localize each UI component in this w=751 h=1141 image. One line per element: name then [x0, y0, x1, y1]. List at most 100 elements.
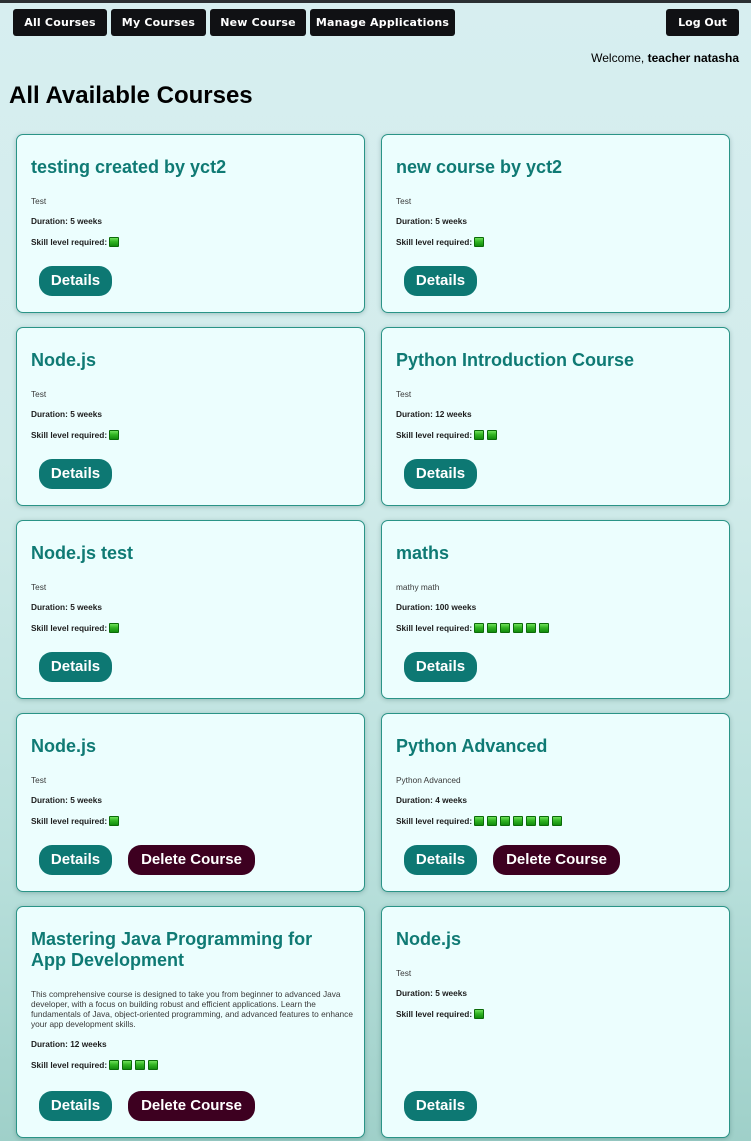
green-block-icon: [109, 237, 120, 247]
details-button[interactable]: Details: [39, 1091, 112, 1121]
course-skill-level: Skill level required:: [31, 237, 122, 247]
course-card: testing created by yct2 Test Duration: 5 w…: [16, 134, 365, 313]
green-block-icon: [122, 1060, 133, 1070]
details-button[interactable]: Details: [404, 1091, 477, 1121]
card-actions: Details Delete Course: [404, 845, 620, 875]
green-block-icon: [474, 623, 485, 633]
details-button[interactable]: Details: [39, 266, 112, 296]
details-button[interactable]: Details: [39, 459, 112, 489]
course-title: Python Introduction Course: [396, 350, 634, 370]
skill-label: Skill level required:: [31, 623, 108, 633]
course-duration: Duration: 4 weeks: [396, 795, 467, 805]
top-border: [0, 0, 751, 3]
course-description: This comprehensive course is designed to…: [31, 989, 353, 1029]
green-block-icon: [526, 623, 537, 633]
skill-label: Skill level required:: [396, 237, 473, 247]
duration-value: 4 weeks: [435, 795, 468, 805]
nav-my-courses-button[interactable]: My Courses: [111, 9, 206, 36]
duration-label: Duration:: [396, 988, 433, 998]
course-title: Mastering Java Programming for App Devel…: [31, 929, 313, 970]
course-card: maths mathy math Duration: 100 weeks Skill …: [381, 520, 730, 699]
green-block-icon: [109, 623, 120, 633]
skill-blocks: [109, 1060, 161, 1070]
green-block-icon: [474, 430, 485, 440]
course-skill-level: Skill level required:: [396, 1009, 487, 1019]
skill-label: Skill level required:: [31, 430, 108, 440]
duration-value: 5 weeks: [70, 216, 103, 226]
course-description: Test: [31, 582, 47, 592]
welcome-message: Welcome, teacher natasha: [591, 51, 739, 65]
delete-course-button[interactable]: Delete Course: [128, 845, 255, 875]
course-duration: Duration: 100 weeks: [396, 602, 476, 612]
skill-blocks: [109, 237, 122, 247]
nav-manage-applications-button[interactable]: Manage Applications: [310, 9, 455, 36]
course-title: Node.js: [396, 929, 462, 949]
details-button[interactable]: Details: [39, 652, 112, 682]
course-duration: Duration: 5 weeks: [31, 216, 102, 226]
course-card: Node.js test Test Duration: 5 weeks Skill l…: [16, 520, 365, 699]
green-block-icon: [474, 816, 485, 826]
course-card: Node.js Test Duration: 5 weeks Skill level …: [16, 713, 365, 892]
course-skill-level: Skill level required:: [396, 623, 552, 633]
duration-label: Duration:: [396, 795, 433, 805]
skill-blocks: [474, 623, 552, 633]
course-card: Mastering Java Programming for App Devel…: [16, 906, 365, 1138]
duration-value: 5 weeks: [435, 988, 468, 998]
details-button[interactable]: Details: [404, 845, 477, 875]
course-card: Node.js Test Duration: 5 weeks Skill level …: [381, 906, 730, 1138]
details-button[interactable]: Details: [404, 459, 477, 489]
duration-value: 100 weeks: [435, 602, 477, 612]
logout-button[interactable]: Log Out: [666, 9, 739, 36]
course-title: Node.js: [31, 736, 97, 756]
green-block-icon: [539, 623, 550, 633]
course-description: mathy math: [396, 582, 440, 592]
duration-label: Duration:: [31, 602, 68, 612]
duration-label: Duration:: [396, 602, 433, 612]
card-actions: Details: [404, 1091, 493, 1121]
details-button[interactable]: Details: [404, 266, 477, 296]
nav-new-course-button[interactable]: New Course: [210, 9, 306, 36]
course-card: new course by yct2 Test Duration: 5 weeks S…: [381, 134, 730, 313]
course-title: testing created by yct2: [31, 157, 227, 177]
green-block-icon: [474, 1009, 485, 1019]
card-actions: Details: [404, 652, 493, 682]
card-actions: Details Delete Course: [39, 1091, 255, 1121]
skill-blocks: [474, 237, 487, 247]
course-card: Python Introduction Course Test Duration: …: [381, 327, 730, 506]
details-button[interactable]: Details: [404, 652, 477, 682]
page-title: All Available Courses: [9, 82, 253, 109]
course-title: new course by yct2: [396, 157, 563, 177]
skill-blocks: [474, 1009, 487, 1019]
green-block-icon: [148, 1060, 159, 1070]
course-duration: Duration: 5 weeks: [31, 795, 102, 805]
duration-label: Duration:: [396, 409, 433, 419]
card-actions: Details: [404, 266, 493, 296]
course-description: Test: [396, 389, 412, 399]
green-block-icon: [539, 816, 550, 826]
duration-value: 5 weeks: [70, 795, 103, 805]
course-duration: Duration: 12 weeks: [31, 1039, 107, 1049]
green-block-icon: [109, 430, 120, 440]
green-block-icon: [500, 816, 511, 826]
skill-label: Skill level required:: [396, 430, 473, 440]
delete-course-button[interactable]: Delete Course: [128, 1091, 255, 1121]
main-nav: All Courses My Courses New Course Manage…: [13, 9, 459, 36]
green-block-icon: [500, 623, 511, 633]
course-description: Test: [31, 775, 47, 785]
card-actions: Details: [404, 459, 493, 489]
delete-course-button[interactable]: Delete Course: [493, 845, 620, 875]
course-skill-level: Skill level required:: [396, 237, 487, 247]
details-button[interactable]: Details: [39, 845, 112, 875]
nav-all-courses-button[interactable]: All Courses: [13, 9, 107, 36]
course-title: Node.js test: [31, 543, 134, 563]
welcome-prefix: Welcome,: [591, 51, 645, 65]
green-block-icon: [109, 816, 120, 826]
green-block-icon: [135, 1060, 146, 1070]
duration-label: Duration:: [31, 1039, 68, 1049]
course-skill-level: Skill level required:: [31, 1060, 161, 1070]
duration-value: 5 weeks: [70, 409, 103, 419]
duration-label: Duration:: [31, 409, 68, 419]
course-title: Python Advanced: [396, 736, 548, 756]
course-description: Test: [31, 196, 47, 206]
duration-value: 5 weeks: [435, 216, 468, 226]
